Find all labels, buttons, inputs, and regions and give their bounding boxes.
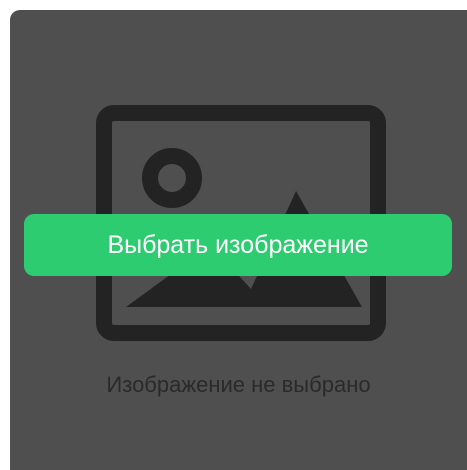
no-image-selected-label: Изображение не выбрано [106,372,371,397]
image-picker-panel: Выбрать изображение Изображение не выбра… [10,10,467,470]
choose-image-button[interactable]: Выбрать изображение [24,214,452,276]
